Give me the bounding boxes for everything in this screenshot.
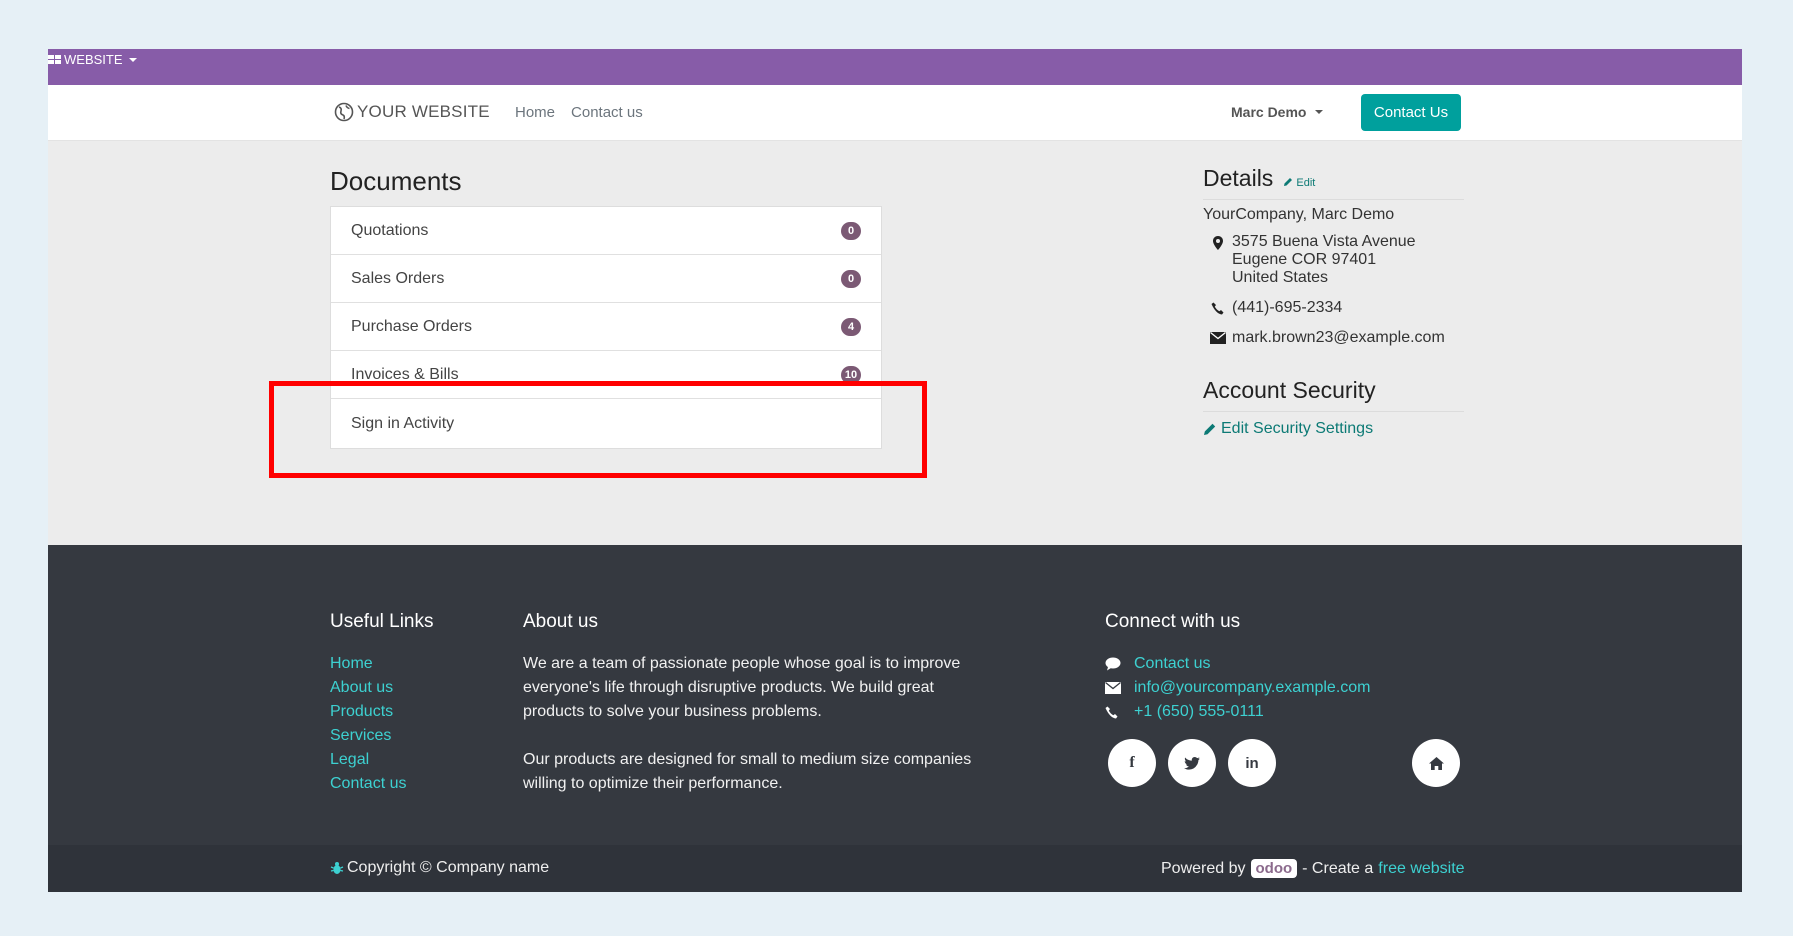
user-menu[interactable]: Marc Demo	[1231, 104, 1324, 120]
home-button[interactable]	[1412, 739, 1460, 787]
list-item-sign-in-activity[interactable]: Sign in Activity	[331, 399, 881, 448]
list-item-sales-orders[interactable]: Sales Orders 0	[331, 255, 881, 303]
contact-us-button[interactable]: Contact Us	[1361, 94, 1461, 131]
address-row: 3575 Buena Vista Avenue Eugene COR 97401…	[1203, 233, 1464, 287]
main-nav: Home Contact us	[515, 104, 643, 121]
facebook-icon: f	[1129, 754, 1135, 771]
caret-down-icon	[128, 57, 137, 62]
footer-link-products[interactable]: Products	[330, 700, 406, 724]
list-item-label: Quotations	[351, 221, 429, 239]
connect-title: Connect with us	[1105, 611, 1241, 632]
odoo-logo[interactable]: odoo	[1250, 859, 1298, 878]
list-item-quotations[interactable]: Quotations 0	[331, 207, 881, 255]
envelope-icon	[1209, 332, 1226, 344]
bug-icon	[330, 862, 344, 874]
site-navbar: YOUR WEBSITE Home Contact us Marc Demo C…	[48, 85, 1742, 141]
list-item-label: Sales Orders	[351, 269, 445, 287]
useful-links-list: Home About us Products Services Legal Co…	[330, 652, 406, 796]
globe-icon	[334, 102, 354, 122]
phone-number: (441)-695-2334	[1232, 299, 1343, 316]
twitter-button[interactable]	[1168, 739, 1216, 787]
edit-security-settings-link[interactable]: Edit Security Settings	[1203, 420, 1464, 438]
pencil-icon	[1284, 178, 1293, 186]
email-row: mark.brown23@example.com	[1203, 329, 1464, 347]
footer-link-services[interactable]: Services	[330, 724, 406, 748]
connect-email-label: info@yourcompany.example.com	[1134, 679, 1371, 696]
about-paragraph-1: We are a team of passionate people whose…	[523, 655, 961, 720]
create-label: - Create a	[1302, 859, 1374, 877]
connect-contact-link[interactable]: Contact us	[1105, 652, 1371, 676]
powered-by-label: Powered by	[1161, 859, 1246, 877]
map-marker-icon	[1212, 236, 1223, 250]
about-us-title: About us	[523, 611, 598, 632]
count-badge: 0	[841, 269, 861, 288]
caret-down-icon	[1315, 110, 1324, 114]
address-line-3: United States	[1232, 269, 1329, 286]
brand-name: YOUR WEBSITE	[357, 102, 490, 121]
footer-link-legal[interactable]: Legal	[330, 748, 406, 772]
twitter-icon	[1184, 756, 1200, 770]
address-line-2: Eugene COR 97401	[1232, 251, 1377, 268]
linkedin-button[interactable]: in	[1228, 739, 1276, 787]
admin-bar: WEBSITE	[48, 49, 1742, 85]
documents-list: Quotations 0 Sales Orders 0 Purchase Ord…	[330, 206, 882, 449]
address-line-1: 3575 Buena Vista Avenue	[1232, 233, 1416, 250]
edit-label: Edit	[1296, 177, 1316, 189]
security-heading: Account Security	[1203, 377, 1464, 412]
edit-details-link[interactable]: Edit	[1283, 177, 1315, 189]
list-item-purchase-orders[interactable]: Purchase Orders 4	[331, 303, 881, 351]
browser-viewport: WEBSITE YOUR WEBSITE Home Contact us Mar…	[48, 49, 1742, 892]
footer-link-home[interactable]: Home	[330, 652, 406, 676]
website-menu-label: WEBSITE	[64, 52, 123, 67]
connect-contact-label: Contact us	[1134, 655, 1211, 672]
envelope-icon	[1105, 682, 1121, 694]
phone-icon	[1211, 302, 1224, 315]
apps-grid-icon	[48, 55, 61, 64]
edit-security-label: Edit Security Settings	[1221, 420, 1374, 437]
count-badge: 10	[841, 365, 861, 384]
site-logo[interactable]: YOUR WEBSITE	[334, 102, 490, 122]
list-item-invoices-bills[interactable]: Invoices & Bills 10	[331, 351, 881, 399]
phone-icon	[1105, 706, 1118, 718]
copyright-text: Copyright © Company name	[347, 859, 550, 876]
linkedin-icon: in	[1245, 754, 1259, 772]
details-panel: Details Edit YourCompany, Marc Demo 3575…	[1203, 165, 1464, 438]
connect-phone-label: +1 (650) 555-0111	[1134, 703, 1264, 720]
security-title: Account Security	[1203, 377, 1376, 403]
website-menu[interactable]: WEBSITE	[48, 52, 137, 67]
company-name: YourCompany, Marc Demo	[1203, 206, 1395, 223]
connect-phone-link[interactable]: +1 (650) 555-0111	[1105, 700, 1371, 724]
count-badge: 0	[841, 221, 861, 240]
home-icon	[1428, 756, 1444, 770]
connect-email-link[interactable]: info@yourcompany.example.com	[1105, 676, 1371, 700]
footer-link-about[interactable]: About us	[330, 676, 406, 700]
details-heading: Details Edit	[1203, 165, 1464, 200]
count-badge: 4	[841, 317, 861, 336]
site-footer: Useful Links Home About us Products Serv…	[48, 545, 1742, 845]
list-item-label: Purchase Orders	[351, 317, 472, 335]
user-name: Marc Demo	[1231, 104, 1307, 120]
about-paragraph-2: Our products are designed for small to m…	[523, 751, 972, 792]
copyright-bar: Copyright © Company name Powered by odoo…	[48, 845, 1742, 892]
footer-link-contact[interactable]: Contact us	[330, 772, 406, 796]
connect-list: Contact us info@yourcompany.example.com …	[1105, 652, 1371, 724]
nav-contact-us[interactable]: Contact us	[571, 104, 643, 121]
useful-links-title: Useful Links	[330, 611, 434, 632]
comment-icon	[1105, 657, 1121, 671]
list-item-label: Sign in Activity	[351, 414, 455, 432]
copyright: Copyright © Company name	[330, 859, 549, 877]
free-website-link[interactable]: free website	[1378, 860, 1464, 878]
list-item-label: Invoices & Bills	[351, 365, 459, 383]
facebook-button[interactable]: f	[1108, 739, 1156, 787]
documents-title: Documents	[330, 166, 462, 196]
details-title: Details	[1203, 165, 1274, 191]
pencil-icon	[1204, 423, 1216, 435]
email-address: mark.brown23@example.com	[1232, 329, 1445, 346]
phone-row: (441)-695-2334	[1203, 299, 1464, 317]
nav-home[interactable]: Home	[515, 104, 555, 121]
about-us-text: We are a team of passionate people whose…	[523, 652, 983, 796]
powered-by: Powered by odoo - Create a free website	[1161, 859, 1465, 878]
